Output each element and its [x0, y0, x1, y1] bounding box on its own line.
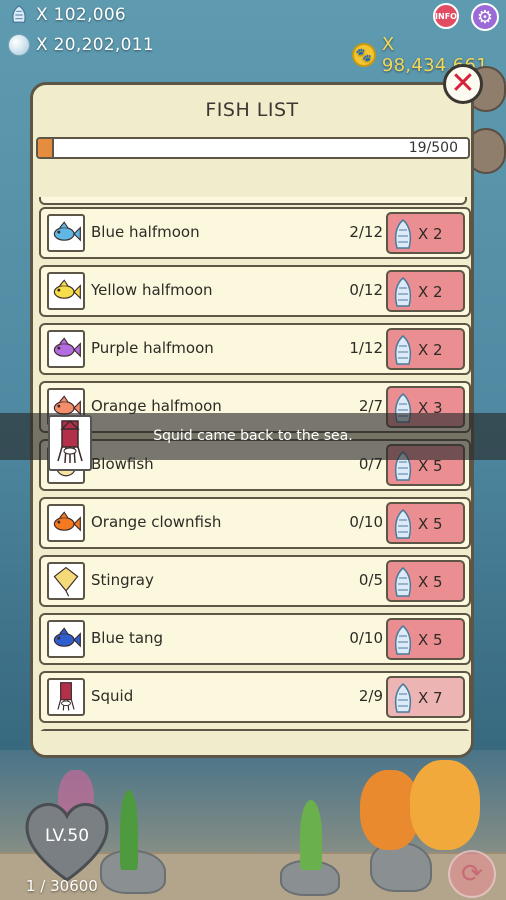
seaweed: [300, 800, 322, 870]
seaweed: [120, 790, 138, 870]
list-item[interactable]: Purple halfmoon 1/12 X 2: [39, 323, 471, 375]
fish-count: 1/12: [349, 339, 383, 357]
pearl-counter: X 20,202,011: [8, 34, 154, 56]
fish-thumbnail: [47, 272, 85, 310]
multiplier-button[interactable]: X 5: [386, 502, 465, 544]
pearl-count: X 20,202,011: [36, 35, 154, 55]
fish-thumbnail: [47, 504, 85, 542]
fish-name: Blue tang: [91, 629, 164, 647]
multiplier-button[interactable]: X 2: [386, 212, 465, 254]
fish-count: 0/10: [349, 629, 383, 647]
shell-icon: [12, 5, 26, 24]
gear-icon[interactable]: ⚙: [471, 3, 499, 31]
panel-title: FISH LIST: [205, 99, 299, 121]
close-icon[interactable]: ✕: [443, 64, 483, 104]
shell-icon: [394, 683, 412, 713]
fish-count: 0/5: [358, 571, 383, 589]
fish-count: 2/12: [349, 223, 383, 241]
shell-icon: [394, 625, 412, 655]
shell-icon: [394, 567, 412, 597]
multiplier-label: X 2: [418, 225, 443, 243]
fish-thumbnail: [47, 562, 85, 600]
progress-text: 19/500: [408, 140, 458, 156]
rock: [370, 842, 432, 892]
multiplier-label: X 5: [418, 631, 443, 649]
multiplier-label: X 2: [418, 283, 443, 301]
info-button[interactable]: INFO: [433, 3, 459, 29]
shell-counter: X 102,006: [8, 4, 126, 26]
multiplier-label: X 7: [418, 689, 443, 707]
multiplier-label: X 2: [418, 341, 443, 359]
fish-name: Purple halfmoon: [91, 339, 214, 357]
multiplier-button[interactable]: X 7: [386, 676, 465, 718]
list-item[interactable]: Stingray 0/5 X 5: [39, 555, 471, 607]
fish-thumbnail: [47, 620, 85, 658]
fish-name: Blue halfmoon: [91, 223, 200, 241]
shell-icon: [394, 219, 412, 249]
fish-thumbnail: [47, 678, 85, 716]
paw-icon: 🐾: [352, 43, 376, 67]
list-item[interactable]: Orange clownfish 0/10 X 5: [39, 497, 471, 549]
shell-icon: [394, 509, 412, 539]
level-heart[interactable]: LV.50: [22, 800, 112, 884]
squid-icon: [48, 415, 92, 471]
list-item: [39, 197, 467, 205]
fish-count: 0/12: [349, 281, 383, 299]
fish-count: 0/10: [349, 513, 383, 531]
multiplier-button[interactable]: X 2: [386, 270, 465, 312]
multiplier-button[interactable]: X 5: [386, 618, 465, 660]
level-label: LV.50: [44, 826, 90, 846]
fish-thumbnail: [47, 214, 85, 252]
fish-thumbnail: [47, 330, 85, 368]
progress-fill: [38, 139, 55, 157]
shell-icon: [394, 277, 412, 307]
shell-icon: [394, 335, 412, 365]
refresh-icon[interactable]: ⟳: [448, 850, 496, 898]
list-item[interactable]: Blue halfmoon 2/12 X 2: [39, 207, 471, 259]
list-item[interactable]: Blue tang 0/10 X 5: [39, 613, 471, 665]
multiplier-label: X 5: [418, 515, 443, 533]
collection-progress-bar: 19/500: [36, 137, 470, 159]
multiplier-button[interactable]: X 2: [386, 328, 465, 370]
shell-count: X 102,006: [36, 5, 127, 25]
multiplier-label: X 5: [418, 573, 443, 591]
fish-name: Yellow halfmoon: [91, 281, 213, 299]
pearl-icon: [8, 34, 30, 56]
fish-name: Squid: [91, 687, 134, 705]
fish-name: Orange clownfish: [91, 513, 222, 531]
list-item[interactable]: Squid 2/9 X 7: [39, 671, 471, 723]
fish-count: 2/9: [358, 687, 383, 705]
multiplier-button[interactable]: X 5: [386, 560, 465, 602]
xp-counter: 1 / 30600: [26, 877, 98, 895]
coral: [410, 760, 480, 850]
fish-list[interactable]: Blue halfmoon 2/12 X 2 Yellow halfmoon 0/12 X…: [39, 197, 473, 731]
list-item[interactable]: Yellow halfmoon 0/12 X 2: [39, 265, 471, 317]
list-item[interactable]: [39, 729, 471, 731]
fish-name: Stingray: [91, 571, 154, 589]
